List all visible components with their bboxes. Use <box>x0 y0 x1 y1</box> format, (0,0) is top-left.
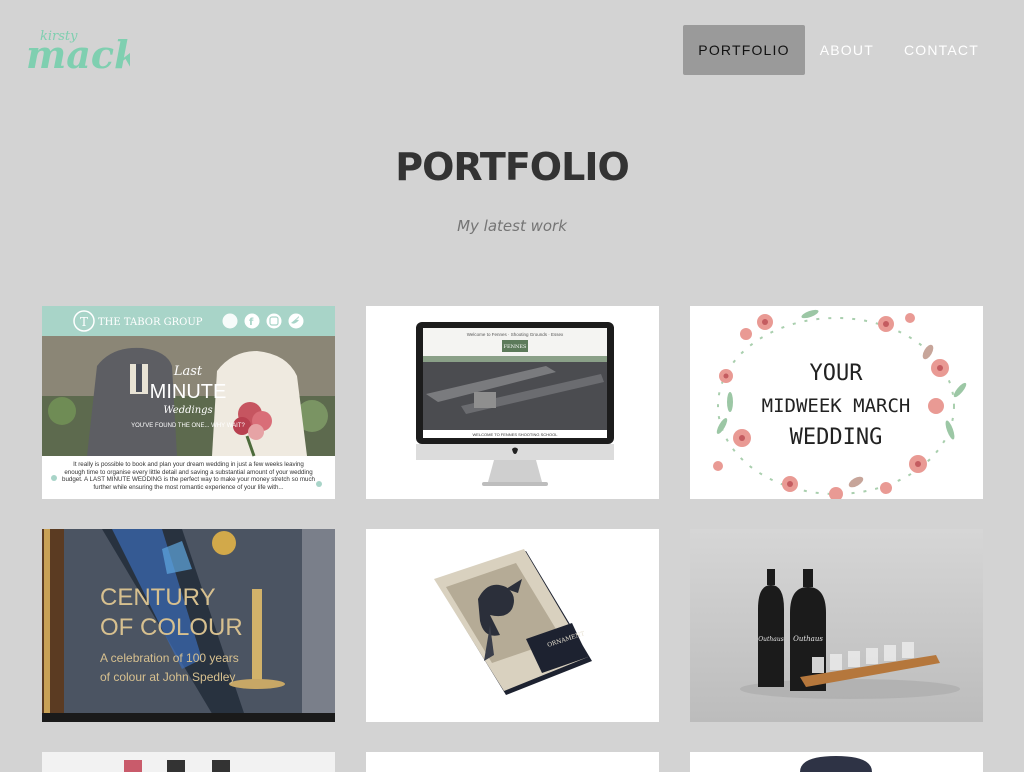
logo-large-text: mack <box>26 32 130 72</box>
century-line-1: CENTURY <box>100 584 216 611</box>
portfolio-tile-century-of-colour[interactable]: CENTURY OF COLOUR A celebration of 100 y… <box>42 529 335 722</box>
nav-item-portfolio[interactable]: PORTFOLIO <box>683 25 805 75</box>
portfolio-tile-ornament-magazine[interactable]: ORNAMENT <box>366 529 659 722</box>
tile-9-image <box>690 752 983 772</box>
century-line-3: A celebration of 100 years <box>100 651 239 665</box>
instagram-icon <box>266 313 282 329</box>
logo[interactable]: kirsty mack <box>26 22 130 72</box>
share-icon <box>222 313 238 329</box>
portfolio-tile-tabor-weddings[interactable]: T THE TABOR GROUP f Last MINUTE Weddings… <box>42 306 335 499</box>
portfolio-tile-7[interactable] <box>42 752 335 772</box>
nav-item-contact[interactable]: CONTACT <box>889 25 994 75</box>
page-subtitle: My latest work <box>457 217 567 235</box>
tile-8-image <box>366 752 659 772</box>
wedding-line-2: MIDWEEK MARCH <box>762 395 911 417</box>
bottle-label-large: Outhaus <box>793 635 823 643</box>
outhaus-bottles-image: Outhaus Outhaus <box>690 529 983 722</box>
tabor-headline-main: MINUTE <box>150 381 227 403</box>
fennes-banner-text: WELCOME TO FENNES SHOOTING SCHOOL <box>473 432 559 437</box>
tabor-weddings-image: T THE TABOR GROUP f Last MINUTE Weddings… <box>42 306 335 499</box>
portfolio-tile-midweek-wedding[interactable]: YOUR MIDWEEK MARCH WEDDING <box>690 306 983 499</box>
wedding-line-1: YOUR <box>810 361 864 386</box>
portfolio-tile-fennes-website[interactable]: Welcome to Fennes · Shooting Grounds · E… <box>366 306 659 499</box>
tile-7-image <box>42 752 335 772</box>
midweek-wedding-image: YOUR MIDWEEK MARCH WEDDING <box>690 306 983 499</box>
page-title: PORTFOLIO <box>395 145 630 189</box>
portfolio-tile-8[interactable] <box>366 752 659 772</box>
page-header: PORTFOLIO My latest work <box>0 145 1024 235</box>
svg-text:T: T <box>80 315 88 329</box>
tabor-tagline: YOU'VE FOUND THE ONE... WHY WAIT? <box>131 423 245 429</box>
bottle-label-small: Outhaus <box>758 636 784 643</box>
portfolio-grid: T THE TABOR GROUP f Last MINUTE Weddings… <box>42 306 983 772</box>
century-of-colour-image: CENTURY OF COLOUR A celebration of 100 y… <box>42 529 335 722</box>
wedding-line-3: WEDDING <box>790 425 883 450</box>
main-nav: PORTFOLIO ABOUT CONTACT <box>683 25 994 75</box>
portfolio-tile-9[interactable] <box>690 752 983 772</box>
tabor-headline-bottom: Weddings <box>163 405 212 416</box>
ornament-magazine-image: ORNAMENT <box>366 529 659 722</box>
tabor-brand: THE TABOR GROUP <box>98 317 203 328</box>
nav-item-about[interactable]: ABOUT <box>805 25 889 75</box>
tabor-body-text: It really is possible to book and plan y… <box>62 461 315 491</box>
tabor-headline-top: Last <box>173 364 203 379</box>
svg-text:f: f <box>249 317 254 328</box>
portfolio-tile-outhaus-bottles[interactable]: Outhaus Outhaus <box>690 529 983 722</box>
fennes-header-text: Welcome to Fennes · Shooting Grounds · E… <box>467 332 564 337</box>
century-line-2: OF COLOUR <box>100 614 243 641</box>
fennes-logo-text: FENNES <box>504 344 528 350</box>
fennes-imac-image: Welcome to Fennes · Shooting Grounds · E… <box>366 306 659 499</box>
century-line-4: of colour at John Spedley <box>100 670 235 684</box>
